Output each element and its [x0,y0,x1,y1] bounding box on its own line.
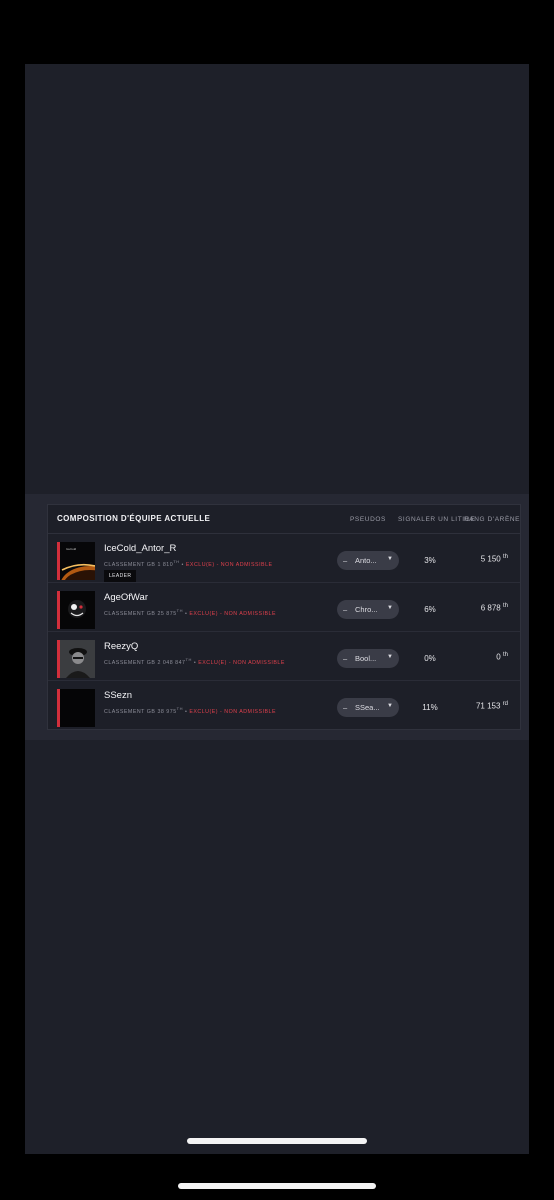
avatar[interactable] [57,640,95,678]
home-indicator[interactable] [178,1183,376,1189]
chevron-down-icon: ▼ [387,654,393,660]
pseudo-select[interactable]: – SSea... ▼ [337,698,399,717]
status-text: EXCLU(E) - NON ADMISSIBLE [185,561,273,568]
rank-value: 1 810 [157,561,174,568]
column-header-arena-rank: RANG D'ARÈNE [464,516,521,523]
home-indicator[interactable] [187,1138,367,1144]
pseudo-value: SSea... [355,703,380,712]
rank-label: CLASSEMENT GB [104,708,156,715]
report-percentage: 0% [424,654,436,663]
arena-rank-suffix: rd [502,701,508,707]
card-header: COMPOSITION D'ÉQUIPE ACTUELLE PSEUDOS SI… [48,505,520,534]
card-title: COMPOSITION D'ÉQUIPE ACTUELLE [57,514,211,523]
player-row[interactable]: AgeOfWar CLASSEMENT GB 25 875TH • EXCLU(… [48,583,520,632]
player-meta: CLASSEMENT GB 1 810TH • EXCLU(E) - NON A… [104,559,273,568]
player-meta: CLASSEMENT GB 2 048 847TH • EXCLU(E) - N… [104,657,285,666]
pseudo-value: Bool... [355,654,377,663]
rank-suffix: TH [185,657,192,662]
arena-rank-value: 5 150 [480,554,501,564]
pseudo-select[interactable]: – Anto... ▼ [337,551,399,570]
status-text: EXCLU(E) - NON ADMISSIBLE [189,610,276,617]
rank-label: CLASSEMENT GB [104,610,156,617]
arena-rank-value: 71 153 [475,701,501,711]
pseudo-select[interactable]: – Bool... ▼ [337,649,399,668]
avatar-planet-image: IceCold [60,542,95,580]
report-percentage: 6% [424,605,436,614]
arena-rank-value: 0 [496,652,501,662]
rank-suffix: TH [176,706,183,711]
chevron-down-icon: ▼ [387,703,393,709]
rank-label: CLASSEMENT GB [104,561,156,568]
chevron-down-icon: ▼ [387,605,393,611]
player-meta: CLASSEMENT GB 38 975TH • EXCLU(E) - NON … [104,706,276,715]
player-row[interactable]: SSezn CLASSEMENT GB 38 975TH • EXCLU(E) … [48,681,520,729]
player-meta: CLASSEMENT GB 25 875TH • EXCLU(E) - NON … [104,608,276,617]
rank-value: 25 875 [157,610,177,617]
arena-rank: 71 153 rd [476,701,508,711]
avatar[interactable]: IceCold [57,542,95,580]
avatar[interactable] [57,689,95,727]
player-name[interactable]: SSezn [104,690,132,701]
avatar-person-image [60,640,95,678]
player-name[interactable]: AgeOfWar [104,592,148,603]
pseudo-value: Chro... [355,605,378,614]
avatar-mask-image [60,591,95,629]
rank-suffix: TH [176,608,183,613]
chevron-down-icon: ▼ [387,556,393,562]
arena-rank: 6 878 th [481,603,508,613]
rank-value: 2 048 847 [157,659,186,666]
player-name[interactable]: ReezyQ [104,641,138,652]
report-percentage: 3% [424,556,436,565]
column-header-pseudos: PSEUDOS [350,516,386,523]
player-row[interactable]: ReezyQ CLASSEMENT GB 2 048 847TH • EXCLU… [48,632,520,681]
avatar[interactable] [57,591,95,629]
arena-rank-value: 6 878 [480,603,501,613]
rank-label: CLASSEMENT GB [104,659,156,666]
app-screen: COMPOSITION D'ÉQUIPE ACTUELLE PSEUDOS SI… [25,64,529,1154]
arena-rank-suffix: th [502,603,508,609]
report-percentage: 11% [422,703,438,712]
arena-rank: 0 th [496,652,508,662]
arena-rank-suffix: th [502,554,508,560]
status-text: EXCLU(E) - NON ADMISSIBLE [198,659,285,666]
pseudo-value: Anto... [355,556,377,565]
rank-suffix: TH [173,559,180,564]
team-composition-card: COMPOSITION D'ÉQUIPE ACTUELLE PSEUDOS SI… [47,504,521,730]
svg-text:IceCold: IceCold [66,547,77,551]
arena-rank-suffix: th [502,652,508,658]
player-name[interactable]: IceCold_Antor_R [104,543,176,554]
team-section: COMPOSITION D'ÉQUIPE ACTUELLE PSEUDOS SI… [25,494,529,740]
avatar-blank-image [60,689,95,727]
pseudo-select[interactable]: – Chro... ▼ [337,600,399,619]
rank-value: 38 975 [157,708,177,715]
arena-rank: 5 150 th [481,554,508,564]
status-text: EXCLU(E) - NON ADMISSIBLE [189,708,276,715]
leader-badge: LEADER [104,570,137,582]
player-row[interactable]: IceCold IceCold_Antor_R CLASSEMENT GB 1 … [48,534,520,583]
